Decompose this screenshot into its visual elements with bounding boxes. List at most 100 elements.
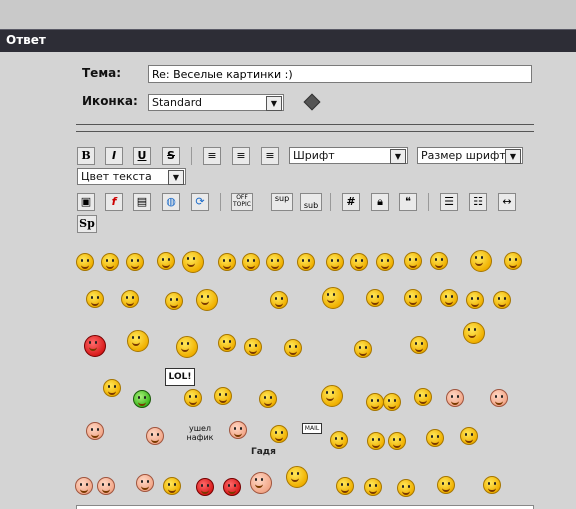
smiley-icon[interactable]	[196, 289, 218, 311]
align-right-button[interactable]: ≡	[261, 147, 279, 165]
smiley-icon[interactable]	[504, 252, 522, 270]
smiley-icon[interactable]	[326, 253, 344, 271]
picture-button[interactable]: ▤	[133, 193, 151, 211]
smiley-icon[interactable]	[126, 253, 144, 271]
align-left-button[interactable]: ≡	[203, 147, 221, 165]
smiley-icon[interactable]	[440, 289, 458, 307]
smiley-icon[interactable]	[397, 479, 415, 497]
smiley-icon[interactable]	[163, 477, 181, 495]
smiley-icon[interactable]	[336, 477, 354, 495]
smiley-icon[interactable]	[242, 253, 260, 271]
smiley-icon[interactable]	[286, 466, 308, 488]
spoiler-button[interactable]: Sp	[77, 215, 97, 233]
smiley-icon[interactable]	[366, 289, 384, 307]
smiley-icon[interactable]	[470, 250, 492, 272]
image-button[interactable]: ▣	[77, 193, 95, 211]
smiley-icon[interactable]	[330, 431, 348, 449]
smiley-icon[interactable]	[136, 474, 154, 492]
smiley-icon[interactable]	[364, 478, 382, 496]
smiley-icon[interactable]	[404, 252, 422, 270]
smiley-icon[interactable]	[218, 253, 236, 271]
smiley-icon[interactable]	[86, 290, 104, 308]
smiley-icon[interactable]	[383, 393, 401, 411]
smiley-icon[interactable]	[366, 393, 384, 411]
smiley-icon[interactable]	[229, 421, 247, 439]
icon-select[interactable]: Standard ▼	[148, 94, 284, 111]
globe-button[interactable]: ◍	[162, 193, 180, 211]
smiley-icon[interactable]	[284, 339, 302, 357]
underline-button[interactable]: U	[133, 147, 151, 165]
numbered-list-button[interactable]: ☷	[469, 193, 487, 211]
hash-button[interactable]: #	[342, 193, 360, 211]
bold-button[interactable]: B	[77, 147, 95, 165]
smiley-icon[interactable]	[404, 289, 422, 307]
smiley-icon[interactable]	[223, 478, 241, 496]
align-center-button[interactable]: ≡	[232, 147, 250, 165]
smiley-icon[interactable]	[86, 422, 104, 440]
smiley-icon[interactable]	[103, 379, 121, 397]
color-select[interactable]: Цвет текста ▼	[77, 168, 186, 185]
smiley-icon[interactable]	[463, 322, 485, 344]
smiley-icon[interactable]	[75, 477, 93, 495]
smiley-icon[interactable]	[250, 472, 272, 494]
smiley-icon[interactable]	[321, 385, 343, 407]
smiley-icon[interactable]	[184, 389, 202, 407]
smiley-icon[interactable]	[270, 291, 288, 309]
strike-button[interactable]: S	[162, 147, 180, 165]
smiley-icon[interactable]	[354, 340, 372, 358]
smiley-icon[interactable]	[410, 336, 428, 354]
subject-input[interactable]	[148, 65, 532, 83]
smiley-icon[interactable]	[270, 425, 288, 443]
smiley-icon[interactable]	[196, 478, 214, 496]
hr-button[interactable]: ↔	[498, 193, 516, 211]
smiley-icon[interactable]	[493, 291, 511, 309]
smiley-icon[interactable]	[165, 292, 183, 310]
smiley-icon[interactable]	[322, 287, 344, 309]
sup-button[interactable]: sup	[271, 193, 293, 211]
ushel-sign[interactable]: ушел нафик	[185, 424, 215, 444]
refresh-button[interactable]: ⟳	[191, 193, 209, 211]
font-select[interactable]: Шрифт ▼	[289, 147, 408, 164]
smiley-icon[interactable]	[146, 427, 164, 445]
smiley-icon[interactable]	[367, 432, 385, 450]
quote-button[interactable]: ❝	[399, 193, 417, 211]
smiley-icon[interactable]	[244, 338, 262, 356]
smiley-icon[interactable]	[76, 253, 94, 271]
flash-button[interactable]: f	[105, 193, 123, 211]
sub-button[interactable]: sub	[300, 193, 322, 211]
mail-sign[interactable]: MAIL	[302, 423, 322, 434]
smiley-icon[interactable]	[266, 253, 284, 271]
smiley-icon[interactable]	[430, 252, 448, 270]
smiley-icon[interactable]	[84, 335, 106, 357]
list-button[interactable]: ☰	[440, 193, 458, 211]
smiley-icon[interactable]	[121, 290, 139, 308]
smiley-icon[interactable]	[259, 390, 277, 408]
smiley-icon[interactable]	[218, 334, 236, 352]
size-select[interactable]: Размер шрифта ▼	[417, 147, 523, 164]
smiley-icon[interactable]	[133, 390, 151, 408]
smiley-icon[interactable]	[350, 253, 368, 271]
smiley-icon[interactable]	[182, 251, 204, 273]
smiley-icon[interactable]	[437, 476, 455, 494]
smiley-icon[interactable]	[157, 252, 175, 270]
smiley-icon[interactable]	[297, 253, 315, 271]
smiley-icon[interactable]	[466, 291, 484, 309]
smiley-icon[interactable]	[446, 389, 464, 407]
lock-button[interactable]: 🔒︎	[371, 193, 389, 211]
offtopic-button[interactable]: OFF TOPIC	[231, 193, 253, 211]
smiley-icon[interactable]	[97, 477, 115, 495]
smiley-icon[interactable]	[490, 389, 508, 407]
lol-sign[interactable]: LOL!	[165, 368, 195, 386]
smiley-icon[interactable]	[483, 476, 501, 494]
italic-button[interactable]: I	[105, 147, 123, 165]
smiley-icon[interactable]	[460, 427, 478, 445]
smiley-icon[interactable]	[214, 387, 232, 405]
message-textarea[interactable]	[76, 505, 534, 509]
smiley-icon[interactable]	[388, 432, 406, 450]
smiley-icon[interactable]	[176, 336, 198, 358]
smiley-icon[interactable]	[414, 388, 432, 406]
smiley-icon[interactable]	[376, 253, 394, 271]
smiley-icon[interactable]	[101, 253, 119, 271]
smiley-icon[interactable]	[426, 429, 444, 447]
smiley-icon[interactable]	[127, 330, 149, 352]
